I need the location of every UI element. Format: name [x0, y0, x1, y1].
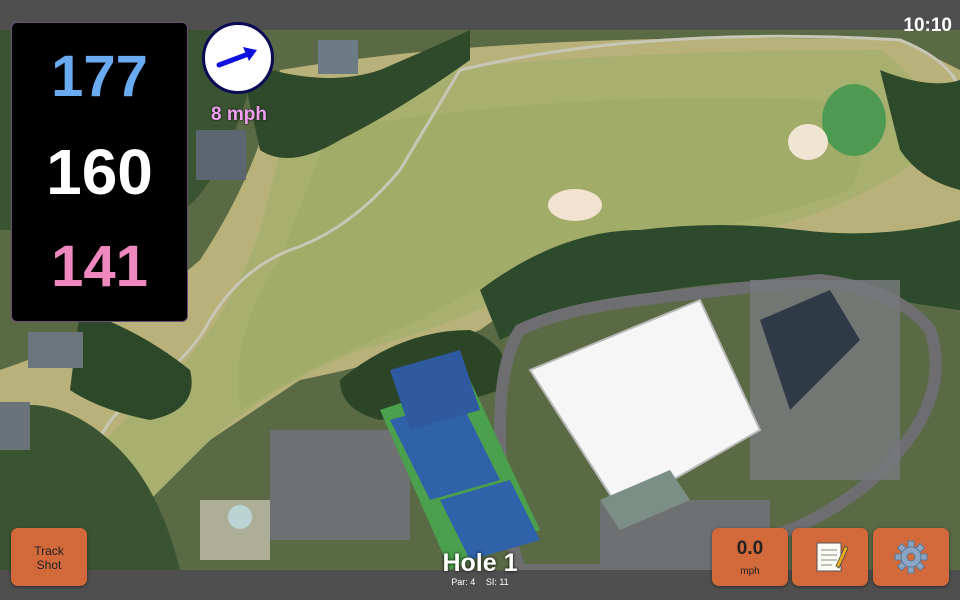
back-yardage: 177: [51, 44, 148, 109]
track-shot-label-line2: Shot: [36, 558, 62, 572]
wind-arrow-icon: [216, 47, 257, 68]
track-shot-button[interactable]: Track Shot: [11, 528, 87, 586]
speed-button[interactable]: 0.0 mph: [712, 528, 788, 586]
middle-yardage: 160: [46, 136, 153, 208]
notepad-icon: [816, 542, 849, 572]
hole-info: Par: 4 SI: 11: [420, 577, 540, 587]
notes-button[interactable]: [792, 528, 868, 586]
yardage-panel: 177 160 141: [11, 22, 188, 322]
wind-indicator: [202, 22, 274, 94]
speed-unit: mph: [740, 566, 760, 577]
clock: 10:10: [903, 15, 952, 36]
front-yardage: 141: [51, 234, 148, 299]
hole-par: Par: 4: [451, 577, 476, 587]
track-shot-label-line1: Track: [34, 544, 64, 558]
wind-speed: 8 mph: [211, 104, 267, 125]
hole-title: Hole 1: [442, 549, 518, 577]
settings-button[interactable]: [873, 528, 949, 586]
hole-stroke-index: SI: 11: [485, 577, 509, 587]
gear-icon: [894, 540, 928, 574]
speed-value: 0.0: [736, 538, 764, 559]
